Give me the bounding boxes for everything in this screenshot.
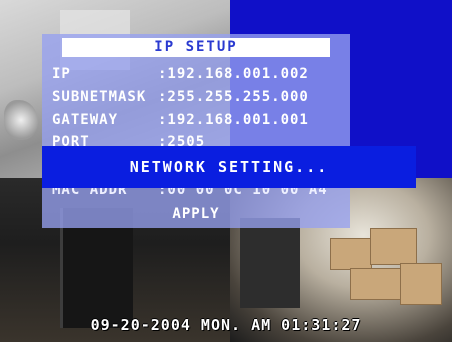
ip-label: IP — [52, 66, 71, 82]
network-setting-popup: NETWORK SETTING... — [42, 146, 416, 188]
subnetmask-label: SUBNETMASK — [52, 89, 147, 105]
ip-field[interactable]: IP :192.168.001.002 — [42, 64, 350, 84]
subnetmask-value[interactable]: :255.255.255.000 — [158, 87, 309, 107]
gateway-label: GATEWAY — [52, 112, 119, 128]
apply-button[interactable]: APPLY — [42, 204, 350, 224]
subnetmask-field[interactable]: SUBNETMASK :255.255.255.000 — [42, 87, 350, 107]
camera-4-box — [370, 228, 417, 265]
camera-4-box — [350, 268, 402, 300]
camera-4-shelf — [240, 218, 300, 308]
ip-value[interactable]: :192.168.001.002 — [158, 64, 309, 84]
camera-4-box — [330, 238, 372, 270]
camera-4-box — [400, 263, 442, 305]
timestamp: 09-20-2004 MON. AM 01:31:27 — [90, 316, 362, 334]
ip-setup-panel: IP SETUP IP :192.168.001.002 SUBNETMASK … — [42, 34, 350, 228]
dvr-screen: IP SETUP IP :192.168.001.002 SUBNETMASK … — [0, 0, 452, 342]
panel-title: IP SETUP — [62, 38, 330, 57]
gateway-field[interactable]: GATEWAY :192.168.001.001 — [42, 110, 350, 130]
camera-1-plant — [4, 100, 38, 140]
gateway-value[interactable]: :192.168.001.001 — [158, 110, 309, 130]
